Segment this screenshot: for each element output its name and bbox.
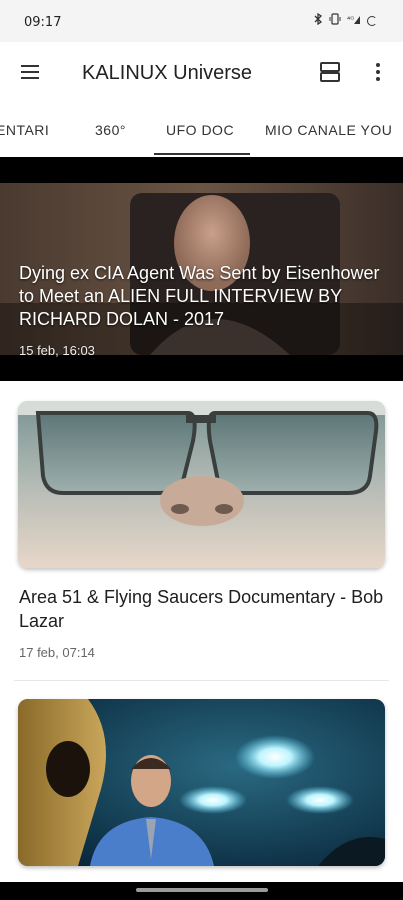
more-vert-icon[interactable] [366,60,390,84]
battery-icon [367,15,377,26]
vibrate-icon [329,13,341,28]
app-bar: KALINUX Universe [0,42,403,102]
featured-title[interactable]: Dying ex CIA Agent Was Sent by Eisenhowe… [19,262,394,331]
view-agenda-icon[interactable] [318,60,342,84]
divider [14,680,389,681]
system-nav-bar [0,882,403,900]
video-card-thumbnail[interactable] [18,401,385,568]
status-icons: ⁴ᴳ [313,12,377,28]
featured-date: 15 feb, 16:03 [19,343,95,358]
tab-mio-canale[interactable]: MIO CANALE YOU [265,122,392,138]
tab-360[interactable]: 360° [95,122,126,138]
tab-indicator [154,153,250,155]
thumbnail-image [18,699,385,866]
thumbnail-image [18,401,385,568]
status-time: 09:17 [24,15,62,30]
menu-icon[interactable] [18,60,42,84]
category-tabs: ENTARI 360° UFO DOC MIO CANALE YOU [0,102,403,156]
tab-entari[interactable]: ENTARI [0,122,49,138]
svg-text:⁴ᴳ: ⁴ᴳ [347,15,354,24]
video-card-thumbnail[interactable] [18,699,385,866]
app-title: KALINUX Universe [82,62,253,84]
tab-ufo-doc[interactable]: UFO DOC [166,122,234,138]
signal-icon: ⁴ᴳ [347,13,361,28]
video-title[interactable]: Area 51 & Flying Saucers Documentary - B… [19,585,389,633]
bluetooth-icon [313,12,323,28]
video-date: 17 feb, 07:14 [19,645,95,660]
status-bar: 09:17 ⁴ᴳ [0,0,403,42]
home-gesture-handle[interactable] [136,888,268,892]
